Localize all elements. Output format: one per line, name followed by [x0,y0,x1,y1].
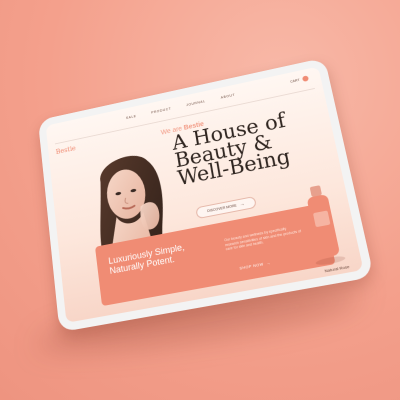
discover-more-button[interactable]: DISCOVER MORE → [195,195,257,220]
arrow-right-icon: → [266,260,272,266]
tablet-screen: SALE PRODUCT JOURNAL ABOUT CART Bestie W… [45,66,364,323]
shop-now-link[interactable]: SHOP NOW → [239,261,271,271]
shop-now-label: SHOP NOW [239,262,264,271]
nav-item-sale[interactable]: SALE [126,114,137,120]
tablet-device: SALE PRODUCT JOURNAL ABOUT CART Bestie W… [37,57,375,333]
arrow-right-icon: → [239,200,246,208]
tablet-wrapper: SALE PRODUCT JOURNAL ABOUT CART Bestie W… [0,0,400,400]
nav-item-about[interactable]: ABOUT [220,93,235,100]
promo-headline: Luxuriously Simple, Naturally Potent. [108,242,187,276]
nav-item-product[interactable]: PRODUCT [151,107,172,115]
promo-body: Our beauty and wellness by specifically … [223,226,302,252]
hero-title: A House of Beauty & Well-Being [171,105,328,190]
brand-logo[interactable]: Bestie [55,145,76,156]
discover-more-label: DISCOVER MORE [206,203,238,214]
cart-label: CART [289,78,300,84]
nav-item-journal[interactable]: JOURNAL [186,99,206,107]
